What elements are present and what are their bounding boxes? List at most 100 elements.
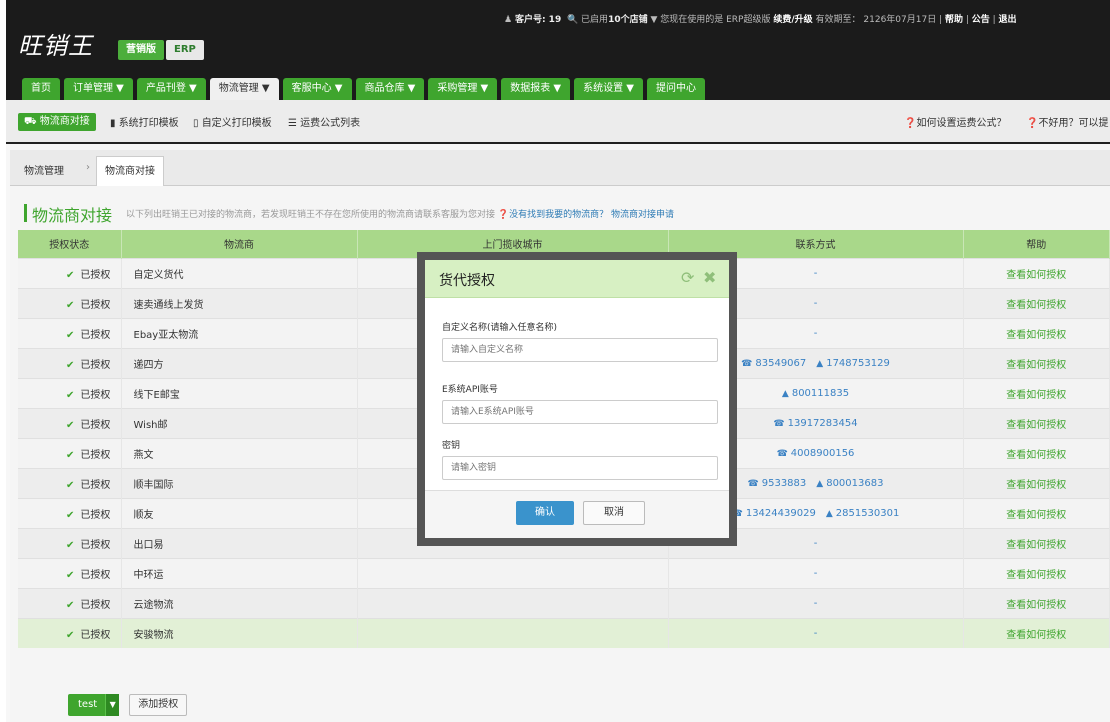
question-icon: ❓ [497,210,510,220]
check-icon: ✔ [66,569,75,581]
breadcrumb-current[interactable]: 物流商对接 [96,156,164,186]
auth-status-text: 已授权 [80,599,111,611]
tab-listing[interactable]: 产品刊登 ▼ [136,78,206,100]
account-info-bar: ♟ 客户号: 19 🔍 已启用10个店铺 ▼ 您现在使用的是 ERP超级版 续费… [504,15,1017,25]
tab-home[interactable]: 首页 [22,78,60,100]
secret-key-input[interactable] [442,456,718,480]
tab-service[interactable]: 客服中心 ▼ [282,78,352,100]
tab-settings[interactable]: 系统设置 ▼ [574,78,643,100]
auth-status-text: 已授权 [80,449,111,461]
qq-number[interactable]: 800013683 [816,478,883,489]
carrier-name-cell: 递四方 [121,347,358,378]
contact-empty: - [813,537,818,549]
tab-warehouse[interactable]: 商品仓库 ▼ [355,78,425,100]
auth-status-text: 已授权 [80,329,111,341]
test-dropdown-toggle[interactable]: ▼ [105,694,120,716]
pickup-city-cell [357,557,669,588]
auth-status-cell: ✔ 已授权 [18,287,122,318]
carrier-name-cell: 安骏物流 [121,617,358,648]
check-icon: ✔ [66,479,75,491]
tab-reports[interactable]: 数据报表 ▼ [501,78,571,100]
how-to-authorize-link[interactable]: 查看如何授权 [963,587,1110,618]
how-to-authorize-link[interactable]: 查看如何授权 [963,287,1110,318]
carrier-request-link[interactable]: 物流商对接申请 [611,210,674,220]
subnav-custom-print-template[interactable]: ▯ 自定义打印模板 [193,115,272,133]
dialog-overlay: 货代授权 ⟳ ✖ 自定义名称(请输入任意名称) E系统API账号 密钥 确认 取… [417,252,737,546]
dialog-title: 货代授权 [439,273,495,289]
how-to-authorize-link[interactable]: 查看如何授权 [963,497,1110,528]
carrier-name-cell: 云途物流 [121,587,358,618]
bookmark-outline-icon: ▯ [193,118,202,129]
contact-empty: - [813,327,818,339]
help-link-label: 不好用？可以提 [1038,118,1109,129]
qq-number[interactable]: 2851530301 [826,508,900,519]
phone-number[interactable]: 13424439029 [732,508,816,519]
how-to-authorize-link[interactable]: 查看如何授权 [963,377,1110,408]
confirm-button[interactable]: 确认 [516,501,574,525]
phone-number[interactable]: 9533883 [748,478,807,489]
breadcrumb-root[interactable]: 物流管理 [24,162,64,177]
col-help: 帮助 [963,230,1110,258]
chevron-right-icon: › [86,162,90,173]
freight-formula-help-link[interactable]: ❓如何设置运费公式？ [904,115,1006,133]
how-to-authorize-link[interactable]: 查看如何授权 [963,407,1110,438]
refresh-icon[interactable]: ⟳ [681,268,694,287]
how-to-authorize-link[interactable]: 查看如何授权 [963,347,1110,378]
chevron-down-icon[interactable]: ▼ [648,15,661,25]
check-icon: ✔ [66,539,75,551]
notice-link[interactable]: 公告 [972,15,990,25]
add-authorization-button[interactable]: 添加授权 [129,694,188,716]
how-to-authorize-link[interactable]: 查看如何授权 [963,437,1110,468]
question-icon: ❓ [1026,118,1039,129]
carrier-name-cell: Ebay亚太物流 [121,317,358,348]
auth-status-cell: ✔ 已授权 [18,467,122,498]
subnav-label: 自定义打印模板 [201,118,272,129]
auth-status-text: 已授权 [80,359,111,371]
how-to-authorize-link[interactable]: 查看如何授权 [963,617,1110,648]
feedback-help-link[interactable]: ❓不好用？可以提 [1026,115,1108,133]
subnav-carrier-integration[interactable]: ⛟ 物流商对接 [18,113,96,131]
edition-badge-marketing[interactable]: 营销版 [118,40,164,60]
help-link[interactable]: 帮助 [945,15,963,25]
table-row: ✔ 已授权 中环运 - 查看如何授权 [18,557,1110,588]
edition-badge-erp[interactable]: ERP [166,40,204,60]
tab-questions[interactable]: 提问中心 [647,78,705,100]
how-to-authorize-link[interactable]: 查看如何授权 [963,467,1110,498]
user-icon: ♟ [504,15,513,25]
renew-link[interactable]: 续费/升级 [773,15,812,25]
how-to-authorize-link[interactable]: 查看如何授权 [963,557,1110,588]
shops-count[interactable]: 10个店铺 [608,15,648,25]
auth-status-text: 已授权 [80,389,111,401]
close-icon[interactable]: ✖ [703,268,716,287]
how-to-authorize-link[interactable]: 查看如何授权 [963,257,1110,288]
phone-number[interactable]: 4008900156 [777,448,855,459]
auth-status-text: 已授权 [80,479,111,491]
breadcrumb: 物流管理 › 物流商对接 [10,150,1110,186]
tab-logistics[interactable]: 物流管理 ▼ [209,78,279,100]
custom-name-input[interactable] [442,338,718,362]
test-button[interactable]: test [68,694,108,716]
contact-empty: - [813,297,818,309]
auth-status-cell: ✔ 已授权 [18,617,122,648]
subnav-system-print-template[interactable]: ▮ 系统打印模板 [110,115,179,133]
title-accent-bar [24,204,27,222]
tab-purchase[interactable]: 采购管理 ▼ [428,78,498,100]
logout-link[interactable]: 退出 [999,15,1017,25]
auth-status-text: 已授权 [80,569,111,581]
phone-number[interactable]: 83549067 [741,358,806,369]
missing-carrier-link[interactable]: 没有找到我要的物流商？ [509,210,608,220]
subnav-freight-formula-list[interactable]: ☰ 运费公式列表 [288,115,360,133]
cancel-button[interactable]: 取消 [583,501,645,525]
qq-number[interactable]: 800111835 [782,388,849,399]
phone-number[interactable]: 13917283454 [773,418,857,429]
truck-icon: ⛟ [24,116,40,127]
auth-status-cell: ✔ 已授权 [18,347,122,378]
how-to-authorize-link[interactable]: 查看如何授权 [963,317,1110,348]
how-to-authorize-link[interactable]: 查看如何授权 [963,527,1110,558]
contact-cell: - [668,587,964,618]
auth-status-text: 已授权 [80,509,111,521]
contact-cell: - [668,557,964,588]
api-account-input[interactable] [442,400,718,424]
qq-number[interactable]: 1748753129 [816,358,890,369]
tab-orders[interactable]: 订单管理 ▼ [64,78,133,100]
